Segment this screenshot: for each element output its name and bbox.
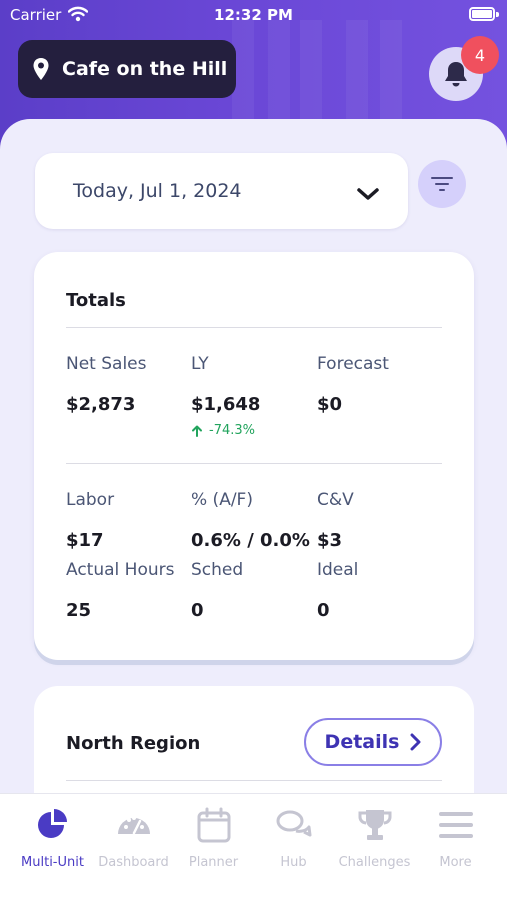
date-selector[interactable]: Today, Jul 1, 2024 bbox=[35, 153, 408, 229]
hamburger-menu-icon bbox=[438, 812, 473, 838]
location-pin-icon bbox=[33, 58, 49, 80]
filter-icon bbox=[431, 177, 453, 191]
forecast-value: $0 bbox=[317, 394, 343, 415]
selected-date: Today, Jul 1, 2024 bbox=[73, 180, 242, 202]
chevron-right-icon bbox=[410, 733, 421, 751]
details-button-label: Details bbox=[324, 731, 400, 753]
totals-divider-middle bbox=[66, 463, 442, 464]
labor-label: Labor bbox=[66, 490, 115, 510]
tab-more[interactable]: More bbox=[405, 794, 506, 900]
sched-label: Sched bbox=[191, 560, 244, 580]
ideal-label: Ideal bbox=[317, 560, 359, 580]
ly-change-text: -74.3% bbox=[209, 423, 255, 438]
location-selector[interactable]: Cafe on the Hill bbox=[18, 40, 236, 98]
forecast-label: Forecast bbox=[317, 354, 389, 374]
trophy-icon bbox=[358, 810, 391, 840]
labor-value: $17 bbox=[66, 530, 104, 551]
ly-value: $1,648 bbox=[191, 394, 261, 415]
net-sales-value: $2,873 bbox=[66, 394, 136, 415]
cv-value: $3 bbox=[317, 530, 343, 551]
sched-value: 0 bbox=[191, 600, 204, 621]
net-sales-label: Net Sales bbox=[66, 354, 147, 374]
gauge-icon bbox=[117, 816, 150, 835]
actual-hours-label: Actual Hours bbox=[66, 560, 175, 580]
battery-tip bbox=[496, 12, 499, 17]
tab-bar: Multi-Unit Dashboard Planner Hub Challen… bbox=[0, 793, 507, 900]
region-title: North Region bbox=[66, 733, 201, 754]
calendar-icon bbox=[197, 807, 230, 843]
region-divider bbox=[66, 780, 442, 781]
location-name: Cafe on the Hill bbox=[62, 58, 228, 80]
totals-title: Totals bbox=[66, 290, 126, 311]
filter-button[interactable] bbox=[418, 160, 466, 208]
pct-label: % (A/F) bbox=[191, 490, 253, 510]
pie-chart-icon bbox=[37, 809, 67, 838]
clock: 12:32 PM bbox=[214, 6, 293, 24]
chat-bubbles-icon bbox=[276, 810, 311, 837]
ly-change: -74.3% bbox=[191, 423, 255, 438]
totals-card: Totals Net Sales $2,873 LY $1,648 -74.3%… bbox=[34, 252, 474, 660]
cv-label: C&V bbox=[317, 490, 354, 510]
details-button[interactable]: Details bbox=[304, 718, 442, 766]
battery-icon bbox=[469, 7, 495, 21]
pct-value: 0.6% / 0.0% bbox=[191, 530, 310, 551]
totals-divider-top bbox=[66, 327, 442, 328]
ly-label: LY bbox=[191, 354, 209, 374]
notification-badge: 4 bbox=[461, 36, 499, 74]
chevron-down-icon bbox=[357, 188, 379, 200]
actual-hours-value: 25 bbox=[66, 600, 92, 621]
ideal-value: 0 bbox=[317, 600, 330, 621]
arrow-up-icon bbox=[192, 425, 202, 437]
tab-label: More bbox=[439, 855, 472, 870]
status-bar: Carrier 12:32 PM bbox=[0, 0, 507, 32]
